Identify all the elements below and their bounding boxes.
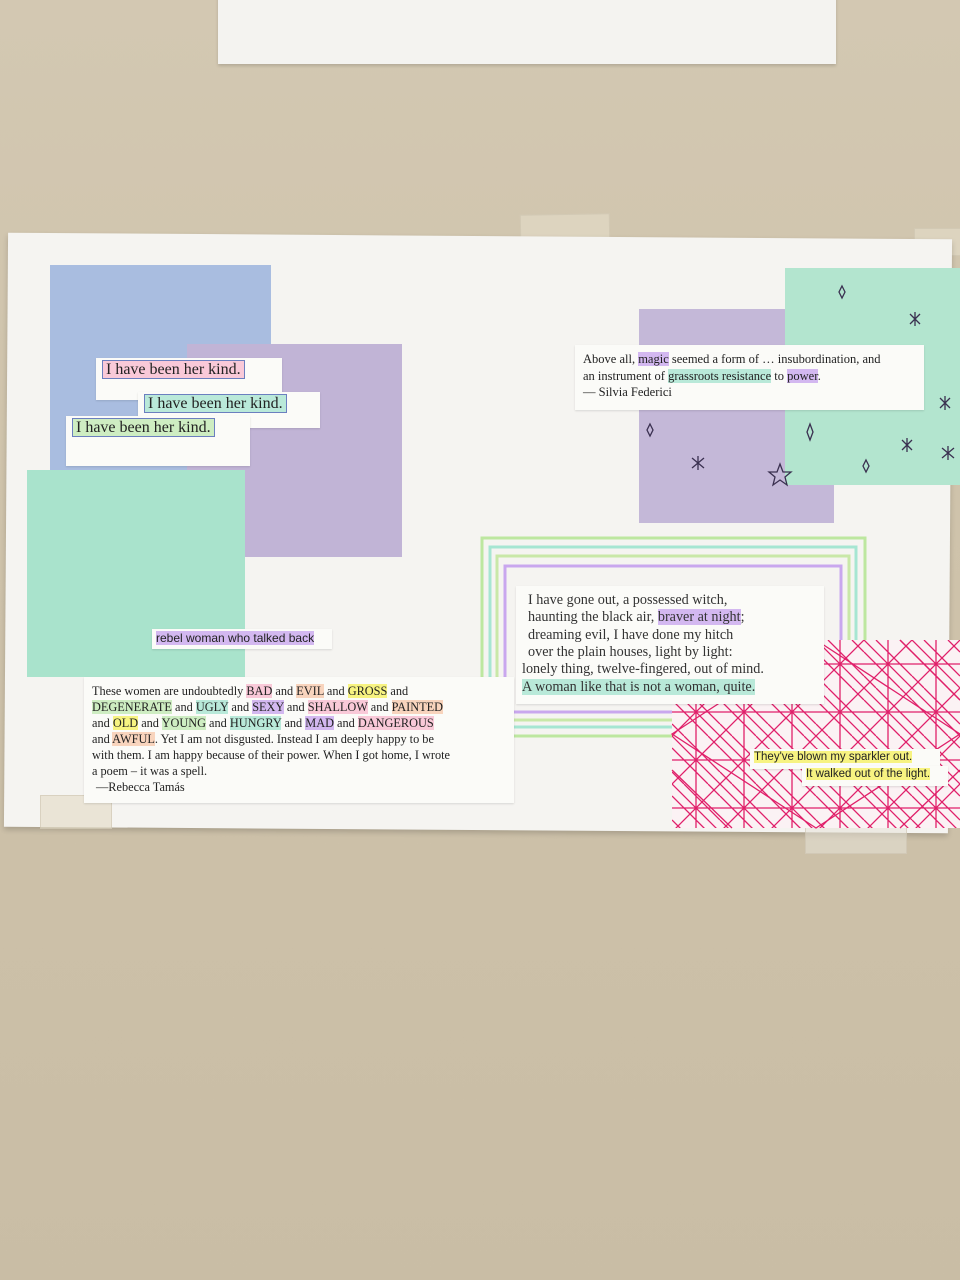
poem-line: haunting the black air,	[528, 609, 658, 626]
quote-text: and	[138, 715, 162, 730]
quote-text: with them. I am happy because of their p…	[92, 747, 450, 762]
word-highlight: GROSS	[347, 684, 388, 698]
poem-line: lonely thing, twelve-fingered, out of mi…	[522, 661, 764, 678]
quote-text: and	[367, 699, 392, 714]
kind-strip-text: I have been her kind.	[72, 418, 215, 437]
word-highlight: UGLY	[195, 699, 229, 714]
word-highlight: PAINTED	[391, 699, 444, 714]
word-highlight: DEGENERATE	[92, 699, 172, 714]
quote-text: and	[323, 684, 348, 698]
sparkler-text: They've blown my sparkler out.	[754, 751, 913, 763]
word-highlight: SEXY	[252, 699, 284, 714]
quote-text: and	[171, 699, 196, 714]
word-highlight: EVIL	[296, 684, 324, 698]
quote-text: and	[333, 715, 358, 730]
word-highlight: MAD	[305, 715, 334, 730]
quote-text: seemed a form of …	[668, 352, 778, 366]
poem-line: ;	[740, 609, 745, 626]
quote-text: a poem – it was a spell.	[92, 763, 208, 778]
quote-attribution: —Rebecca Tamás	[96, 779, 185, 794]
word-highlight: AWFUL	[112, 731, 155, 746]
quote-attribution: — Silvia Federici	[583, 385, 672, 399]
kind-strip-text: I have been her kind.	[102, 360, 245, 379]
poem-line: over the plain houses, light by light:	[528, 643, 733, 660]
tamas-quote: These women are undoubtedly BAD and EVIL…	[84, 677, 514, 803]
quote-highlight: magic	[638, 352, 669, 366]
word-highlight: OLD	[112, 715, 139, 730]
poem-highlight: braver at night	[657, 609, 741, 626]
quote-highlight: grassroots resistance	[668, 368, 772, 383]
word-highlight: HUNGRY	[229, 715, 282, 730]
quote-text: and	[205, 715, 230, 730]
quote-text: and	[92, 715, 113, 730]
quote-text: and	[272, 684, 297, 698]
quote-highlight: power	[787, 368, 818, 383]
quote-text: and	[283, 699, 308, 714]
quote-text: an instrument of	[583, 368, 669, 383]
quote-text: . Yet I am not disgusted. Instead I am d…	[154, 731, 434, 746]
quote-text: .	[817, 368, 821, 383]
word-highlight: SHALLOW	[307, 699, 368, 714]
kind-strip-text: I have been her kind.	[144, 394, 287, 413]
kind-strip-3: I have been her kind.	[66, 416, 250, 466]
sexton-poem: I have gone out, a possessed witch, haun…	[516, 586, 824, 704]
quote-text: and	[387, 684, 409, 698]
poem-highlight: A woman like that is not a woman, quite.	[522, 678, 756, 695]
rebel-woman-text: rebel woman who talked back	[156, 631, 315, 645]
quote-text: and	[281, 715, 306, 730]
quote-text: to	[771, 368, 788, 383]
sparkler-text: It walked out of the light.	[806, 768, 931, 780]
poem-line: dreaming evil, I have done my hitch	[528, 626, 734, 643]
word-highlight: DANGEROUS	[357, 715, 434, 730]
sparkler-strip-2: It walked out of the light.	[802, 766, 948, 786]
federici-quote: Above all, magic seemed a form of … insu…	[575, 345, 924, 410]
quote-text: Above all,	[583, 352, 639, 366]
quote-text: and	[92, 731, 113, 746]
word-highlight: YOUNG	[161, 715, 206, 730]
rebel-woman-strip: rebel woman who talked back	[152, 629, 332, 649]
quote-text: insubordination, and	[777, 352, 881, 366]
word-highlight: BAD	[246, 684, 273, 698]
poem-line: I have gone out, a possessed witch,	[528, 592, 728, 608]
quote-text: and	[228, 699, 253, 714]
quote-text: These women are undoubtedly	[92, 684, 247, 698]
